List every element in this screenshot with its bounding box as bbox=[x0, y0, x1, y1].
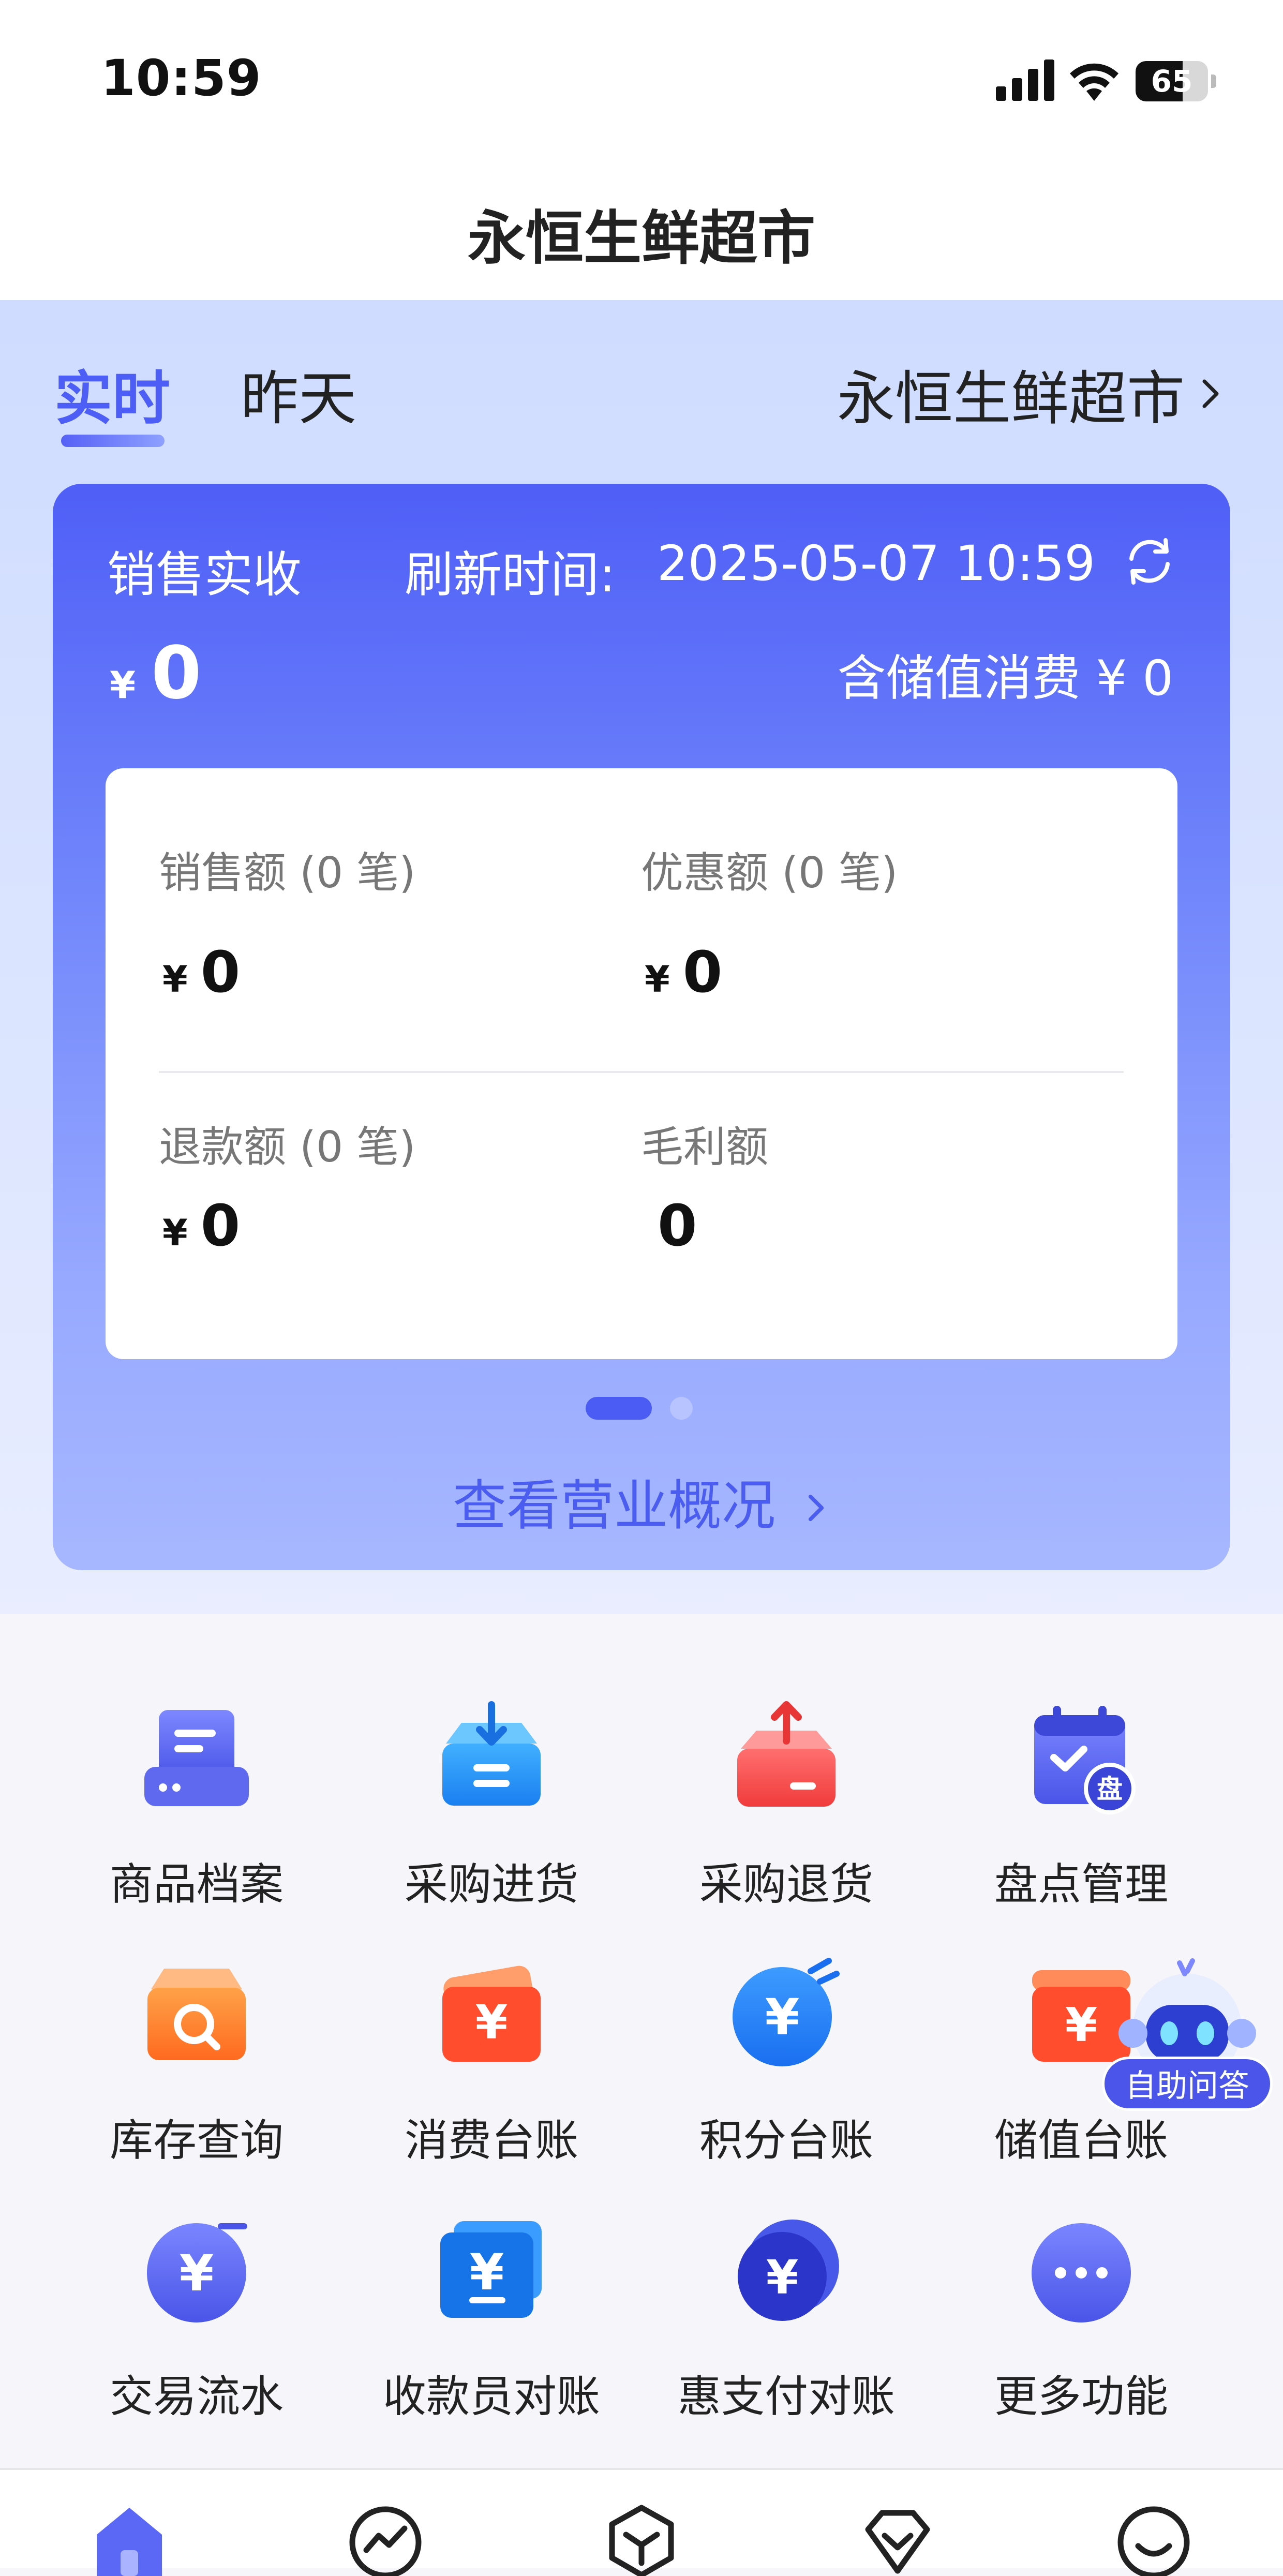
purchase-in-icon bbox=[442, 1701, 541, 1806]
pay-reconcile-icon: ¥ bbox=[738, 2220, 839, 2321]
transactions-icon: ¥ bbox=[147, 2223, 247, 2322]
stored-value-consumption: 含储值消费 ¥ 0 bbox=[837, 650, 1173, 707]
dashboard-header: 实时 昨天 永恒生鲜超市 销售实收 刷新时间: 2025-05-07 10:59… bbox=[0, 300, 1283, 1614]
nav-bar: 永恒生鲜超市 bbox=[0, 155, 1283, 300]
wifi-icon bbox=[1070, 63, 1118, 101]
tab-realtime[interactable]: 实时 bbox=[54, 352, 170, 436]
page-title: 永恒生鲜超市 bbox=[468, 205, 815, 272]
stock-search-icon bbox=[147, 1969, 246, 2060]
svg-text:¥: ¥ bbox=[1065, 1998, 1098, 2052]
discount-amount-value: ¥0 bbox=[645, 939, 723, 1005]
function-pay-reconcile[interactable]: ¥ 惠支付对账 bbox=[639, 2212, 934, 2422]
refresh-time-label: 刷新时间: bbox=[405, 547, 616, 603]
refund-amount-label: 退款额 (0 笔) bbox=[159, 1123, 416, 1172]
status-bar: 10:59 65 bbox=[0, 0, 1283, 155]
function-more[interactable]: 更多功能 bbox=[934, 2212, 1229, 2422]
marketing-icon[interactable] bbox=[859, 2498, 936, 2576]
purchase-return-icon bbox=[737, 1701, 836, 1807]
refresh-icon[interactable] bbox=[1121, 533, 1178, 590]
function-inventory-count[interactable]: 盘 盘点管理 bbox=[934, 1700, 1229, 1910]
page-dot-active[interactable] bbox=[586, 1397, 652, 1420]
helper-badge[interactable]: 自助问答 bbox=[1102, 2057, 1273, 2111]
gross-profit-label: 毛利额 bbox=[641, 1123, 769, 1172]
function-cashier-reconcile[interactable]: ¥ 收款员对账 bbox=[344, 2212, 639, 2422]
chevron-right-icon bbox=[1202, 379, 1219, 408]
profile-icon[interactable] bbox=[1115, 2498, 1192, 2576]
chevron-right-icon bbox=[808, 1494, 824, 1522]
refresh-time-value: 2025-05-07 10:59 bbox=[657, 535, 1096, 592]
inventory-count-icon: 盘 bbox=[1034, 1706, 1136, 1814]
more-icon bbox=[1032, 2223, 1131, 2322]
function-product-archive[interactable]: 商品档案 bbox=[49, 1700, 344, 1910]
function-consumption-ledger[interactable]: ¥ 消费台账 bbox=[344, 1956, 639, 2166]
home-icon[interactable] bbox=[91, 2498, 168, 2576]
analytics-icon[interactable] bbox=[347, 2498, 424, 2576]
view-overview-link[interactable]: 查看营业概况 bbox=[53, 1462, 1230, 1540]
status-time: 10:59 bbox=[101, 49, 262, 107]
product-box-icon[interactable] bbox=[603, 2498, 680, 2576]
tab-yesterday[interactable]: 昨天 bbox=[241, 352, 356, 436]
sales-amount-label: 销售额 (0 笔) bbox=[159, 848, 416, 898]
sales-received-label: 销售实收 bbox=[107, 547, 302, 603]
refund-amount-value: ¥0 bbox=[162, 1193, 241, 1259]
tab-indicator bbox=[61, 435, 165, 447]
cell-signal-icon bbox=[996, 59, 1054, 101]
inventory-badge: 盘 bbox=[1097, 1774, 1123, 1804]
discount-amount-label: 优惠额 (0 笔) bbox=[641, 848, 898, 898]
sales-card: 销售实收 刷新时间: 2025-05-07 10:59 ¥0 含储值消费 ¥ 0… bbox=[53, 484, 1230, 1570]
svg-text:¥: ¥ bbox=[766, 2251, 799, 2305]
battery-icon: 65 bbox=[1136, 61, 1218, 101]
sales-received-amount: ¥0 bbox=[110, 631, 202, 716]
consumption-ledger-icon: ¥ bbox=[442, 1965, 541, 2062]
bottom-tab-bar bbox=[0, 2468, 1283, 2576]
battery-percent: 65 bbox=[1151, 64, 1193, 99]
points-ledger-icon: ¥ bbox=[733, 1958, 840, 2066]
stats-panel: 销售额 (0 笔) ¥0 优惠额 (0 笔) ¥0 退款额 (0 笔) ¥0 毛… bbox=[106, 768, 1177, 1359]
function-purchase-in[interactable]: 采购进货 bbox=[344, 1700, 639, 1910]
svg-text:¥: ¥ bbox=[470, 2243, 504, 2301]
product-archive-icon bbox=[144, 1710, 249, 1806]
stats-divider bbox=[159, 1071, 1124, 1073]
function-stock-search[interactable]: 库存查询 bbox=[49, 1956, 344, 2166]
function-points-ledger[interactable]: ¥ 积分台账 bbox=[639, 1956, 934, 2166]
function-transactions[interactable]: ¥ 交易流水 bbox=[49, 2212, 344, 2422]
svg-text:¥: ¥ bbox=[180, 2244, 214, 2302]
svg-text:¥: ¥ bbox=[475, 1996, 508, 2050]
page-dot[interactable] bbox=[670, 1397, 693, 1420]
function-purchase-return[interactable]: 采购退货 bbox=[639, 1700, 934, 1910]
gross-profit-value: 0 bbox=[658, 1193, 697, 1259]
sales-amount-value: ¥0 bbox=[162, 939, 241, 1005]
store-selector-label: 永恒生鲜超市 bbox=[837, 365, 1185, 433]
cashier-reconcile-icon: ¥ bbox=[440, 2221, 542, 2318]
store-selector[interactable]: 永恒生鲜超市 bbox=[837, 352, 1226, 436]
svg-text:¥: ¥ bbox=[765, 1988, 800, 2046]
